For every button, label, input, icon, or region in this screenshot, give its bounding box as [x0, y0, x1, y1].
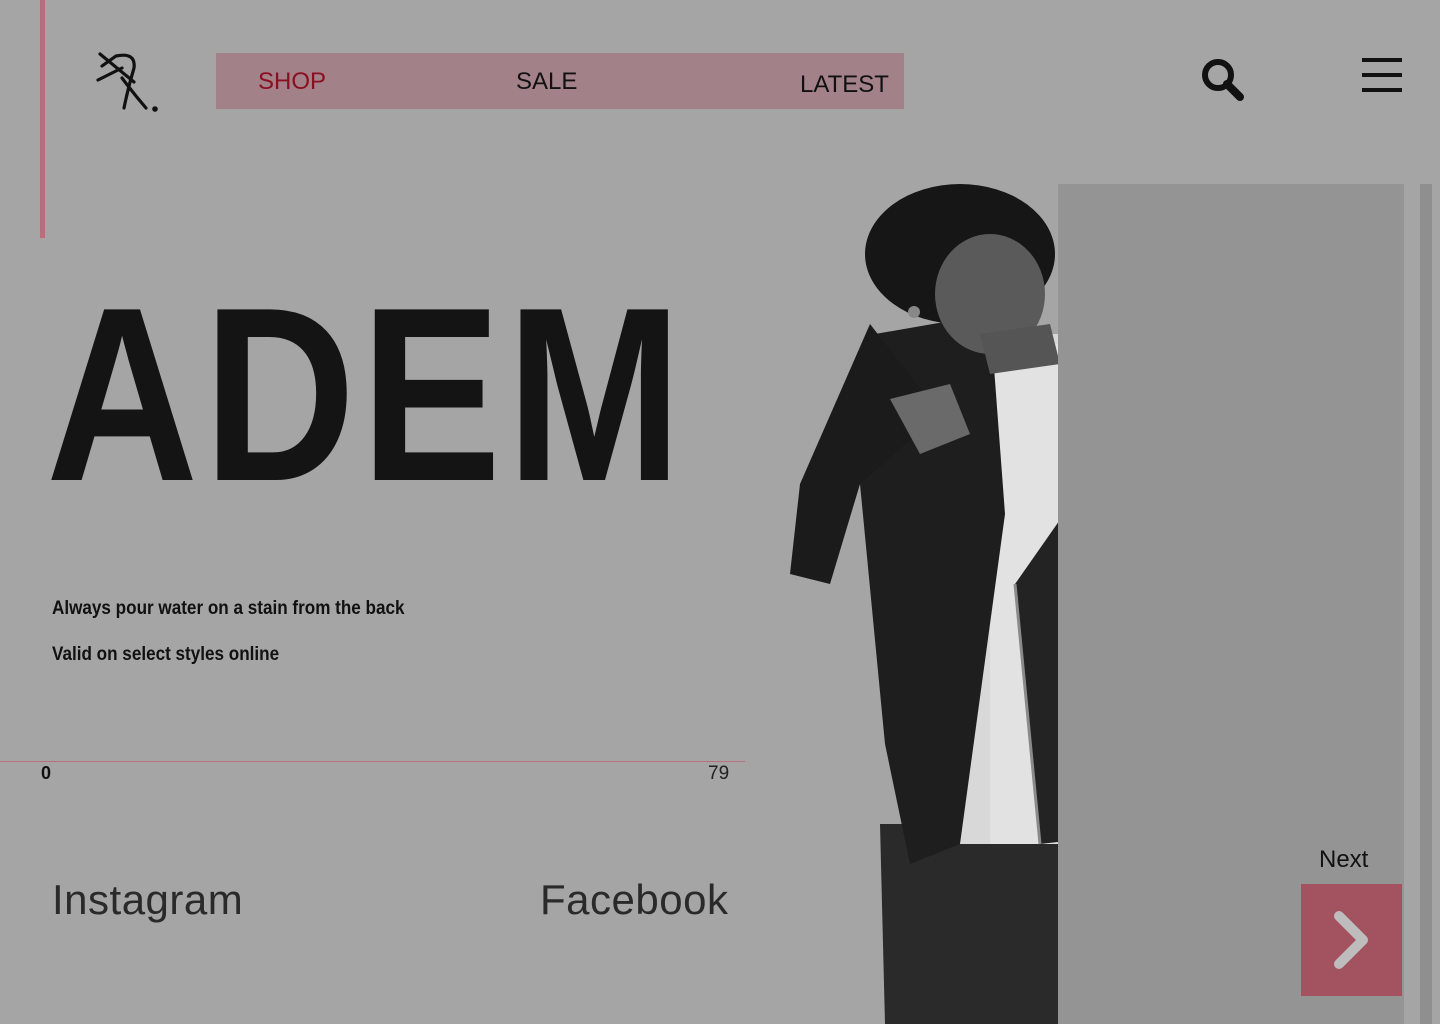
instagram-link[interactable]: Instagram: [52, 876, 243, 924]
next-label: Next: [1319, 846, 1369, 873]
nav-item-latest[interactable]: LATEST: [800, 71, 889, 99]
nav-item-sale[interactable]: SALE: [516, 68, 577, 96]
progress-track: [0, 761, 745, 762]
next-button[interactable]: [1301, 884, 1402, 996]
hero-subline: Valid on select styles online: [52, 644, 280, 665]
brand-logo[interactable]: [94, 48, 162, 114]
hero-tagline: Always pour water on a stain from the ba…: [52, 598, 405, 619]
search-icon[interactable]: [1198, 55, 1246, 103]
hero-title: ADEM: [46, 255, 688, 533]
hamburger-menu-icon[interactable]: [1360, 58, 1404, 92]
facebook-link[interactable]: Facebook: [540, 876, 728, 924]
main-nav: SHOP SALE LATEST: [216, 53, 904, 109]
chevron-right-icon: [1334, 911, 1368, 969]
progress-start-value: 0: [41, 763, 52, 783]
side-strip: [1420, 184, 1432, 1024]
accent-line: [40, 0, 45, 238]
progress-end-value: 79: [708, 763, 730, 784]
nav-item-shop[interactable]: SHOP: [258, 68, 326, 96]
